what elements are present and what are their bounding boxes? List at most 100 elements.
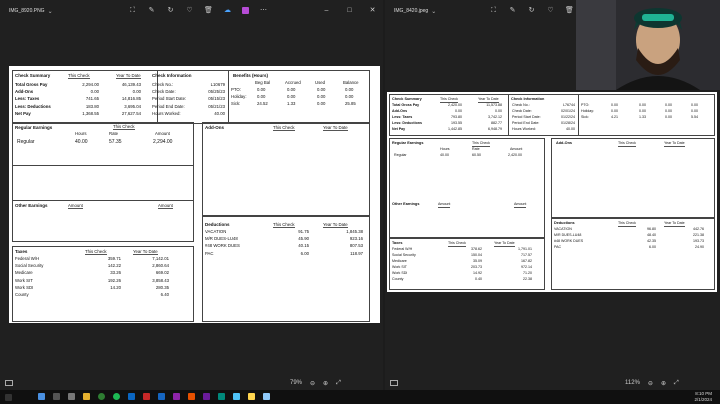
- edit-icon[interactable]: ✎: [147, 6, 156, 15]
- benefits-value: 0.00: [257, 87, 266, 92]
- zoom-level[interactable]: 112%: [625, 380, 640, 386]
- edit-icon[interactable]: ✎: [508, 6, 517, 15]
- app-icon-yellow[interactable]: [248, 393, 255, 400]
- addons-col1: This Check: [618, 141, 636, 147]
- minimize-icon[interactable]: –: [322, 6, 331, 15]
- fit-icon[interactable]: ⤢: [336, 380, 341, 387]
- tax-label: Work SDI: [392, 271, 408, 275]
- chevron-down-icon[interactable]: ⌄: [48, 8, 53, 15]
- fit-icon[interactable]: ⤢: [674, 380, 679, 387]
- summary-label: Less: Deductions: [15, 103, 51, 109]
- start-icon[interactable]: [38, 393, 45, 400]
- clipchamp-icon[interactable]: [242, 7, 249, 14]
- taxes-col1: This Check: [85, 249, 107, 256]
- rotate-icon[interactable]: ↻: [166, 6, 175, 15]
- widgets-icon[interactable]: [5, 393, 12, 401]
- crop-icon[interactable]: ⛶: [489, 6, 498, 15]
- app-icon-red[interactable]: [143, 393, 150, 400]
- chevron-down-icon[interactable]: ⌄: [431, 8, 436, 15]
- zoom-in-icon[interactable]: ⊕: [323, 380, 328, 387]
- tax-label: Social Security: [15, 263, 44, 269]
- filmstrip-icon[interactable]: [390, 380, 398, 386]
- info-value: 05/25/23: [208, 89, 225, 95]
- delete-icon[interactable]: 🗑: [204, 6, 213, 15]
- benefits-col-header: Balance: [343, 80, 359, 85]
- chrome-icon[interactable]: [98, 393, 105, 400]
- summary-ytd: 882.77: [491, 121, 502, 125]
- maximize-icon[interactable]: □: [345, 6, 354, 15]
- window-title[interactable]: IMG_8420.jpeg ⌄: [394, 8, 436, 15]
- addons-box: Add-Ons This Check Year To Date: [202, 122, 370, 216]
- summary-label: Net Pay: [392, 127, 406, 131]
- taxes-box: Taxes This Check Year To Date Federal W/…: [12, 246, 194, 322]
- summary-label: Less: Taxes: [392, 115, 413, 119]
- info-value: 40.00: [214, 110, 225, 116]
- benefits-label: Holiday:: [581, 109, 594, 113]
- more-icon[interactable]: ⋯: [259, 6, 268, 15]
- summary-label: Total Gross Pay: [392, 103, 420, 107]
- benefits-col-header: Beg Bal: [255, 80, 271, 85]
- favorite-icon[interactable]: ♡: [546, 6, 555, 15]
- cloud-icon[interactable]: ☁: [223, 6, 232, 15]
- summary-label: Add-Ons: [15, 89, 34, 95]
- tax-ytd: 280.35: [155, 284, 169, 290]
- zoom-level[interactable]: 79%: [290, 380, 302, 386]
- summary-ytd: 3,742.12: [488, 115, 502, 119]
- other-col2: Amount: [514, 202, 527, 208]
- benefits-value: 0.00: [665, 103, 672, 107]
- crop-icon[interactable]: ⛶: [128, 6, 137, 15]
- benefits-value: 0.00: [287, 87, 296, 92]
- regular-earnings-title: Regular Earnings: [392, 141, 424, 145]
- benefits-box: Benefits (Hours) Beg Bal Accrued Used Balan…: [229, 70, 370, 124]
- benefits-label: Holiday:: [231, 94, 247, 100]
- check-summary-box: Check Summary This Check Year To Date To…: [12, 70, 158, 124]
- app-icon-blue[interactable]: [128, 393, 135, 400]
- app-icon-blue-2[interactable]: [158, 393, 165, 400]
- summary-ytd: 27,627.54: [121, 110, 141, 116]
- deduction-label: VACATION: [205, 229, 227, 234]
- benefits-value: 0.00: [665, 115, 672, 119]
- spotify-icon[interactable]: [113, 393, 120, 400]
- info-value: 40.00: [566, 127, 575, 131]
- app-icon-light-blue[interactable]: [233, 393, 240, 400]
- rotate-icon[interactable]: ↻: [527, 6, 536, 15]
- tax-label: Social Security: [392, 253, 416, 257]
- file-explorer-icon[interactable]: [83, 393, 90, 400]
- tax-label: Work SIT: [392, 265, 407, 269]
- tax-label: Medicare: [15, 270, 33, 276]
- zoom-out-icon[interactable]: ⊖: [310, 380, 315, 387]
- app-icon-orange[interactable]: [188, 393, 195, 400]
- regular-earnings-box: Regular Earnings This Check Hours Rate A…: [389, 138, 545, 238]
- app-icon-teal[interactable]: [218, 393, 225, 400]
- benefits-title: Benefits (Hours): [233, 73, 269, 78]
- benefits-label: PTO:: [581, 103, 590, 107]
- deductions-col2: Year To Date: [664, 221, 685, 227]
- check-summary-box: Check Summary This Check Year To Date To…: [389, 94, 509, 136]
- app-icon-purple[interactable]: [203, 393, 210, 400]
- filmstrip-icon[interactable]: [5, 380, 13, 386]
- tax-this-check: 150.04: [471, 253, 482, 257]
- clock[interactable]: 8:10 PM 2/1/2024: [694, 391, 712, 403]
- tax-this-check: 35.09: [473, 259, 482, 263]
- favorite-icon[interactable]: ♡: [185, 6, 194, 15]
- this-check-label: This Check: [472, 141, 490, 147]
- zoom-out-icon[interactable]: ⊖: [648, 380, 653, 387]
- check-info-box: Check Information Check No.: L76744 Check …: [509, 94, 579, 136]
- close-icon[interactable]: ✕: [368, 6, 377, 15]
- photos-icon[interactable]: [173, 393, 180, 400]
- tax-this-check: 359.71: [107, 256, 121, 261]
- delete-icon[interactable]: 🗑: [565, 6, 574, 15]
- deduction-ytd: 923.16: [349, 236, 363, 242]
- task-view-icon[interactable]: [68, 393, 75, 400]
- zoom-controls: 79% ⊖ ⊕ ⤢: [290, 380, 341, 387]
- search-icon[interactable]: [53, 393, 60, 400]
- window-title[interactable]: IMG_8920.PNG ⌄: [9, 8, 53, 15]
- info-label: Period End Date:: [152, 103, 185, 109]
- app-icon-pale-blue[interactable]: [263, 393, 270, 400]
- summary-this-check: 1,368.55: [82, 110, 99, 116]
- zoom-in-icon[interactable]: ⊕: [661, 380, 666, 387]
- deduction-label: PAC: [554, 245, 562, 249]
- summary-this-check: 2,294.00: [82, 82, 99, 87]
- addons-col2: Year To Date: [323, 125, 348, 132]
- col-this-check: This Check: [68, 73, 90, 80]
